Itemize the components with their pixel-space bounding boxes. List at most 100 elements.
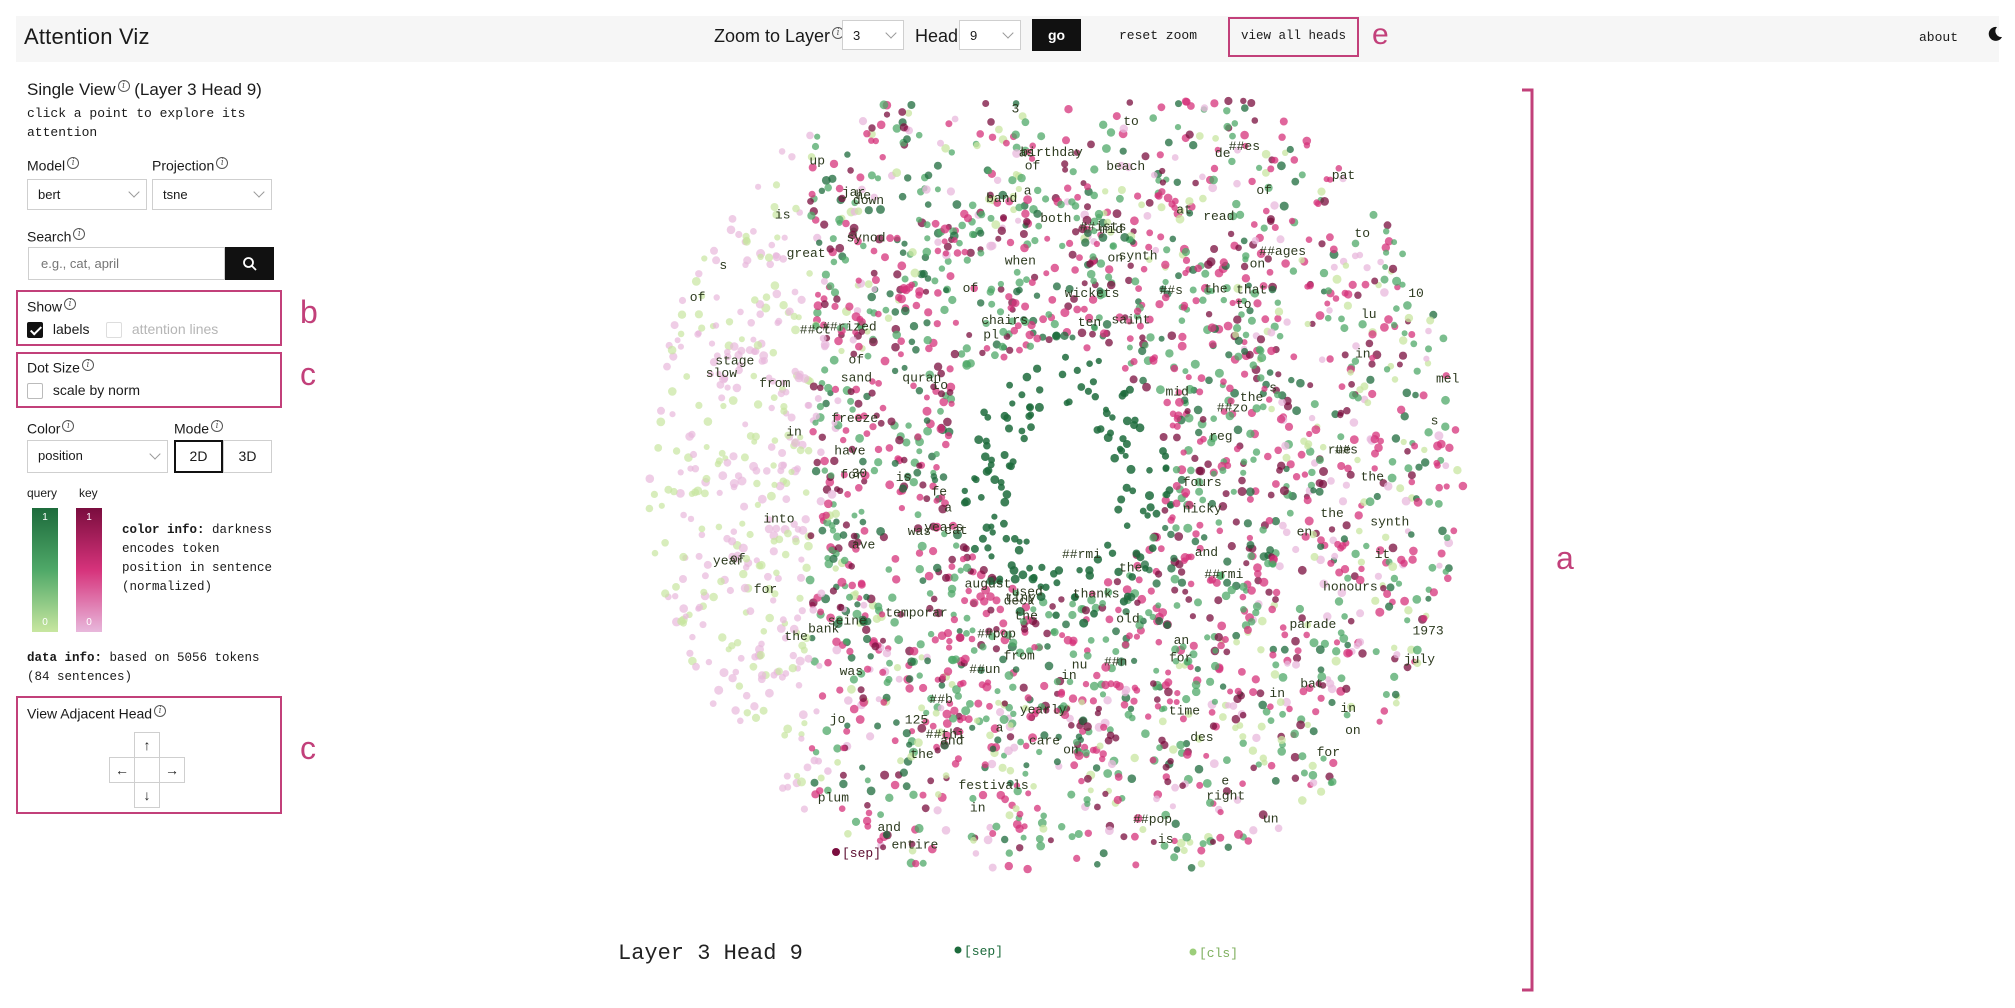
token-point[interactable] <box>860 601 868 609</box>
token-point[interactable] <box>1089 681 1099 691</box>
token-point[interactable] <box>1408 555 1417 564</box>
token-point[interactable] <box>742 421 749 428</box>
token-point[interactable] <box>1210 838 1216 845</box>
token-point[interactable] <box>779 301 788 310</box>
token-point[interactable] <box>822 511 830 519</box>
token-point[interactable] <box>1351 549 1360 559</box>
token-point[interactable] <box>1239 733 1247 741</box>
token-point[interactable] <box>739 520 746 527</box>
token-point[interactable] <box>753 400 763 409</box>
token-point[interactable] <box>807 532 815 540</box>
token-point[interactable] <box>979 643 987 651</box>
token-point[interactable] <box>840 436 847 444</box>
token-point[interactable] <box>1209 722 1218 730</box>
token-point[interactable] <box>729 452 738 461</box>
token-point[interactable] <box>1157 545 1165 553</box>
token-point[interactable] <box>800 646 808 654</box>
token-point[interactable] <box>792 537 800 546</box>
token-point[interactable] <box>954 755 962 763</box>
token-point[interactable] <box>1248 177 1256 186</box>
token-point[interactable] <box>1053 579 1061 587</box>
token-point[interactable] <box>1223 557 1232 566</box>
token-point[interactable] <box>847 397 855 405</box>
token-point[interactable] <box>974 435 984 444</box>
token-point[interactable] <box>1182 269 1189 277</box>
token-point[interactable] <box>1225 351 1233 359</box>
token-point[interactable] <box>818 187 826 194</box>
attention-lines-checkbox[interactable] <box>106 322 122 339</box>
token-point[interactable] <box>931 476 939 484</box>
token-point[interactable] <box>1441 422 1450 431</box>
token-point[interactable] <box>1383 482 1393 491</box>
token-point[interactable] <box>1240 262 1249 271</box>
token-point[interactable] <box>768 241 776 249</box>
token-point[interactable] <box>927 630 935 638</box>
token-point[interactable] <box>1232 518 1240 526</box>
token-point[interactable] <box>1227 230 1235 238</box>
token-point[interactable] <box>912 859 920 868</box>
token-point[interactable] <box>1084 183 1091 191</box>
token-point[interactable] <box>1239 593 1247 601</box>
token-point[interactable] <box>1341 351 1349 359</box>
token-point[interactable] <box>950 616 958 624</box>
token-point[interactable] <box>998 763 1007 772</box>
token-point[interactable] <box>855 277 862 284</box>
token-point[interactable] <box>1291 774 1300 782</box>
token-point[interactable] <box>979 349 986 357</box>
token-point[interactable] <box>1351 252 1359 260</box>
token-point[interactable] <box>1425 327 1432 335</box>
token-point[interactable] <box>806 131 814 140</box>
token-point[interactable] <box>1073 305 1082 314</box>
token-point[interactable] <box>1049 603 1056 610</box>
token-point[interactable] <box>1317 187 1326 196</box>
token-point[interactable] <box>796 594 804 602</box>
token-point[interactable] <box>1106 128 1116 137</box>
token-point[interactable] <box>740 583 750 593</box>
token-point[interactable] <box>1194 264 1202 273</box>
token-point[interactable] <box>1278 673 1288 682</box>
token-point[interactable] <box>779 784 787 792</box>
token-point[interactable] <box>764 572 772 581</box>
about-link[interactable]: about <box>1919 30 1958 45</box>
token-point[interactable] <box>1244 837 1253 845</box>
token-point[interactable] <box>1180 304 1188 311</box>
token-point[interactable] <box>1266 268 1274 276</box>
token-point[interactable] <box>895 293 903 302</box>
token-point[interactable] <box>1120 833 1128 841</box>
token-point[interactable] <box>1179 782 1186 789</box>
token-point[interactable] <box>788 664 797 673</box>
token-point[interactable] <box>796 446 805 455</box>
token-point[interactable] <box>1361 280 1370 289</box>
token-point[interactable] <box>1338 497 1348 506</box>
token-point[interactable] <box>904 109 913 117</box>
model-select[interactable]: bert <box>27 179 147 210</box>
token-point[interactable] <box>1112 627 1120 636</box>
token-point[interactable] <box>698 324 706 332</box>
token-point[interactable] <box>966 332 973 338</box>
token-point[interactable] <box>908 248 917 257</box>
token-point[interactable] <box>1270 670 1280 679</box>
token-point[interactable] <box>933 320 941 328</box>
token-point[interactable] <box>864 777 871 784</box>
token-point[interactable] <box>1265 517 1274 525</box>
token-point[interactable] <box>901 240 908 247</box>
token-point[interactable] <box>798 525 808 535</box>
token-point[interactable] <box>824 383 833 393</box>
token-point[interactable] <box>859 457 867 466</box>
token-point[interactable] <box>976 130 984 138</box>
token-point[interactable] <box>1328 526 1336 533</box>
token-point[interactable] <box>851 512 858 519</box>
token-point[interactable] <box>1371 449 1379 458</box>
token-point[interactable] <box>1282 528 1291 537</box>
token-point[interactable] <box>1210 245 1219 253</box>
token-point[interactable] <box>836 603 845 612</box>
token-point[interactable] <box>930 595 938 603</box>
token-point[interactable] <box>847 653 856 662</box>
token-point[interactable] <box>1267 761 1276 770</box>
token-point[interactable] <box>855 484 863 492</box>
token-point[interactable] <box>864 280 873 288</box>
token-point[interactable] <box>863 430 871 437</box>
token-point[interactable] <box>729 479 739 488</box>
info-icon[interactable]: i <box>62 420 75 432</box>
token-point[interactable] <box>1084 800 1091 808</box>
